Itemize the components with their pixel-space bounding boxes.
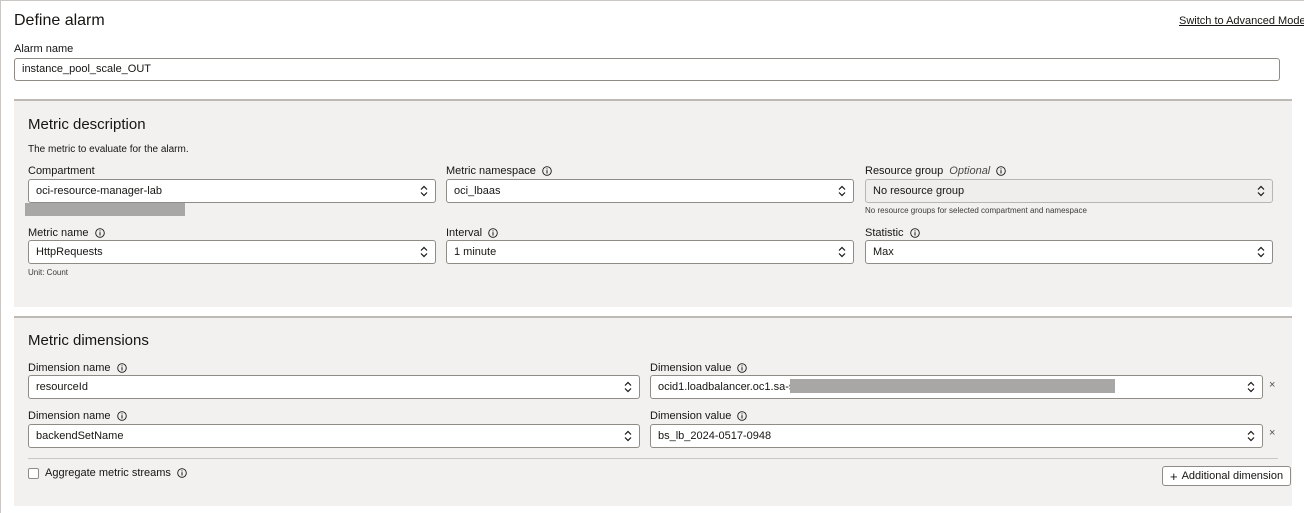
chevron-up-down-icon	[624, 381, 632, 393]
dimension-name-label-text: Dimension name	[28, 362, 111, 374]
metric-name-value: HttpRequests	[36, 246, 103, 258]
metric-dimensions-title: Metric dimensions	[28, 332, 149, 349]
aggregate-metric-streams-checkbox[interactable]	[28, 468, 39, 479]
dimensions-divider	[28, 458, 1278, 459]
chevron-up-down-icon	[1257, 185, 1265, 197]
dimension-name-label-text: Dimension name	[28, 410, 111, 422]
statistic-label: Statistic	[865, 227, 920, 239]
statistic-value: Max	[873, 246, 894, 258]
resource-group-hint: No resource groups for selected compartm…	[865, 206, 1087, 215]
info-icon[interactable]	[116, 363, 127, 373]
info-icon[interactable]	[542, 166, 552, 176]
metric-unit-text: Unit: Count	[28, 268, 69, 277]
metric-namespace-select[interactable]: oci_lbaas	[446, 179, 854, 203]
info-icon[interactable]	[94, 228, 105, 238]
remove-dimension-button[interactable]: ×	[1269, 427, 1275, 439]
aggregate-metric-streams-label: Aggregate metric streams	[45, 467, 187, 479]
alarm-name-label: Alarm name	[14, 43, 73, 55]
compartment-label-text: Compartment	[28, 165, 95, 177]
additional-dimension-label: Additional dimension	[1181, 470, 1284, 482]
dimension-value-select[interactable]: bs_lb_2024-0517-0948	[650, 424, 1263, 448]
info-icon[interactable]	[116, 411, 127, 421]
info-icon[interactable]	[177, 468, 187, 478]
chevron-up-down-icon	[838, 246, 846, 258]
chevron-up-down-icon	[624, 430, 632, 442]
resource-group-select[interactable]: No resource group	[865, 179, 1273, 203]
resource-group-value: No resource group	[873, 185, 965, 197]
dimension-value-label: Dimension value	[650, 362, 748, 374]
alarm-name-input[interactable]: instance_pool_scale_OUT	[14, 58, 1280, 81]
metric-name-label-text: Metric name	[28, 227, 89, 239]
aggregate-metric-streams-label-text: Aggregate metric streams	[45, 467, 171, 479]
dimension-value-value: bs_lb_2024-0517-0948	[658, 430, 772, 442]
redacted-compartment-path	[25, 203, 185, 216]
metric-name-label: Metric name	[28, 227, 105, 239]
dimension-name-value: backendSetName	[36, 430, 124, 442]
chevron-up-down-icon	[1247, 381, 1255, 393]
statistic-select[interactable]: Max	[865, 240, 1273, 264]
info-icon[interactable]	[737, 363, 748, 373]
metric-namespace-value: oci_lbaas	[454, 185, 501, 197]
page-title: Define alarm	[14, 12, 105, 29]
chevron-up-down-icon	[1257, 246, 1265, 258]
compartment-label: Compartment	[28, 165, 95, 177]
resource-group-label-text: Resource group	[865, 165, 944, 177]
alarm-name-label-text: Alarm name	[14, 43, 74, 55]
interval-select[interactable]: 1 minute	[446, 240, 854, 264]
compartment-select[interactable]: oci-resource-manager-lab	[28, 179, 436, 203]
metric-name-select[interactable]: HttpRequests	[28, 240, 436, 264]
metric-description-title: Metric description	[28, 116, 146, 133]
remove-dimension-button[interactable]: ×	[1269, 379, 1275, 391]
optional-tag: Optional	[949, 165, 991, 177]
chevron-up-down-icon	[838, 185, 846, 197]
info-icon[interactable]	[737, 411, 748, 421]
metric-description-section	[14, 99, 1292, 307]
dimension-value-label: Dimension value	[650, 410, 748, 422]
dimension-name-value: resourceId	[36, 381, 88, 393]
metric-description-text: The metric to evaluate for the alarm.	[28, 144, 189, 155]
interval-label-text: Interval	[446, 227, 483, 239]
metric-namespace-label-text: Metric namespace	[446, 165, 536, 177]
compartment-value: oci-resource-manager-lab	[36, 185, 162, 197]
statistic-label-text: Statistic	[865, 227, 904, 239]
interval-label: Interval	[446, 227, 498, 239]
additional-dimension-button[interactable]: + Additional dimension	[1162, 466, 1292, 486]
dimension-value-label-text: Dimension value	[650, 410, 732, 422]
switch-advanced-mode-link[interactable]: Switch to Advanced Mode	[1179, 15, 1304, 27]
chevron-up-down-icon	[1247, 430, 1255, 442]
redacted-resource-id	[790, 379, 1115, 393]
info-icon[interactable]	[996, 166, 1007, 176]
dimension-name-select[interactable]: resourceId	[28, 375, 640, 399]
dimension-name-label: Dimension name	[28, 362, 127, 374]
dimension-name-select[interactable]: backendSetName	[28, 424, 640, 448]
dimension-value-label-text: Dimension value	[650, 362, 732, 374]
chevron-up-down-icon	[420, 185, 428, 197]
resource-group-label: Resource group Optional	[865, 165, 1007, 177]
chevron-up-down-icon	[420, 246, 428, 258]
interval-value: 1 minute	[454, 246, 497, 258]
dimension-name-label: Dimension name	[28, 410, 127, 422]
plus-icon: +	[1170, 468, 1178, 484]
metric-namespace-label: Metric namespace	[446, 165, 552, 177]
info-icon[interactable]	[488, 228, 498, 238]
info-icon[interactable]	[909, 228, 920, 238]
